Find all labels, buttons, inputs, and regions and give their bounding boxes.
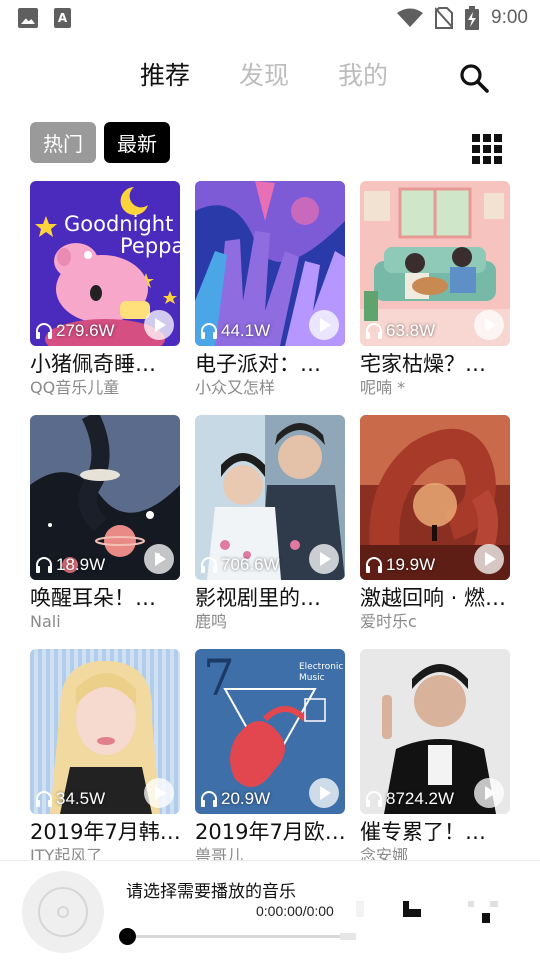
- play-icon[interactable]: [144, 544, 174, 574]
- headphones-icon: [366, 791, 382, 807]
- playlist-title: 影视剧里的…: [195, 586, 321, 610]
- playlist-card[interactable]: 7 Electronic Music 20.9W 2019年7月欧… 兽哥儿: [195, 649, 345, 861]
- playlist-author: JTY起风了: [30, 846, 103, 861]
- playlist-title: 2019年7月欧…: [195, 820, 345, 844]
- text-a-icon: A: [54, 8, 71, 28]
- play-count: 34.5W: [35, 789, 105, 809]
- play-count: 20.9W: [200, 789, 270, 809]
- playlist-author: QQ音乐儿童: [30, 378, 120, 397]
- playlist-title: 电子派对：…: [195, 352, 321, 376]
- chip-newest[interactable]: 最新: [104, 122, 170, 163]
- album-disc-icon[interactable]: [22, 871, 104, 953]
- cover-image: 706.6W: [195, 415, 345, 580]
- cover-image: 44.1W: [195, 181, 345, 346]
- chip-hot[interactable]: 热门: [30, 122, 96, 163]
- headphones-icon: [366, 557, 382, 573]
- status-bar: A 9:00: [0, 0, 540, 38]
- svg-text:Electronic: Electronic: [299, 662, 343, 672]
- playlist-title: 激越回响 · 燃…: [360, 586, 507, 610]
- play-icon[interactable]: [474, 544, 504, 574]
- headphones-icon: [366, 323, 382, 339]
- svg-text:Music: Music: [299, 673, 325, 683]
- tab-recommend[interactable]: 推荐: [140, 56, 190, 92]
- playlist-title: 催专累了！…: [360, 820, 486, 844]
- top-tabs: 推荐 发现 我的: [0, 56, 540, 96]
- headphones-icon: [201, 791, 217, 807]
- playlist-card[interactable]: 18.9W 唤醒耳朵！… Nali: [30, 415, 180, 632]
- play-count: 18.9W: [35, 555, 105, 575]
- cover-image: 34.5W: [30, 649, 180, 814]
- playlist-card[interactable]: 63.8W 宅家枯燥？… 呢喃 *: [360, 181, 510, 398]
- tab-mine[interactable]: 我的: [338, 56, 388, 92]
- play-count: 706.6W: [200, 555, 280, 575]
- playlist-author: 鹿鸣: [195, 612, 228, 631]
- playlist-icon[interactable]: [403, 901, 421, 917]
- playlist-card[interactable]: 706.6W 影视剧里的… 鹿鸣: [195, 415, 345, 632]
- cover-image: Goodnight Peppa 279.6W: [30, 181, 180, 346]
- search-icon[interactable]: [458, 62, 492, 96]
- playlist-author: Nali: [30, 612, 61, 631]
- play-icon[interactable]: [309, 310, 339, 340]
- play-count: 8724.2W: [365, 789, 454, 809]
- cover-image: 18.9W: [30, 415, 180, 580]
- progress-knob[interactable]: [119, 928, 136, 945]
- play-pause-button[interactable]: [356, 901, 364, 917]
- now-playing-title: 请选择需要播放的音乐: [126, 882, 296, 902]
- headphones-icon: [36, 791, 52, 807]
- play-icon[interactable]: [474, 778, 504, 808]
- playlist-author: 念安娜: [360, 846, 409, 861]
- play-count: 279.6W: [35, 321, 115, 341]
- play-count: 63.8W: [365, 321, 435, 341]
- image-icon: [18, 8, 38, 28]
- battery-charging-icon: [465, 6, 480, 30]
- playlist-card[interactable]: 8724.2W 催专累了！… 念安娜: [360, 649, 510, 861]
- playlist-title: 宅家枯燥？…: [360, 352, 486, 376]
- play-icon[interactable]: [144, 778, 174, 808]
- cover-image: 63.8W: [360, 181, 510, 346]
- playlist-author: 小众又怎样: [195, 378, 276, 397]
- playlist-card[interactable]: 34.5W 2019年7月韩… JTY起风了: [30, 649, 180, 861]
- play-count: 19.9W: [365, 555, 435, 575]
- cover-image: 7 Electronic Music 20.9W: [195, 649, 345, 814]
- grid-view-icon[interactable]: [472, 134, 502, 164]
- playlist-author: 爱时乐c: [360, 612, 417, 631]
- playlist-card[interactable]: 19.9W 激越回响 · 燃… 爱时乐c: [360, 415, 510, 632]
- playlist-title: 小猪佩奇睡…: [30, 352, 156, 376]
- tab-discover[interactable]: 发现: [239, 56, 289, 92]
- more-icon[interactable]: [468, 901, 502, 929]
- play-icon[interactable]: [144, 310, 174, 340]
- headphones-icon: [201, 557, 217, 573]
- playback-time: 0:00:00/0:00: [256, 903, 334, 919]
- headphones-icon: [36, 557, 52, 573]
- svg-text:Peppa: Peppa: [120, 234, 180, 258]
- mini-player: 请选择需要播放的音乐 0:00:00/0:00: [0, 860, 540, 960]
- play-icon[interactable]: [309, 544, 339, 574]
- playlist-title: 2019年7月韩…: [30, 820, 180, 844]
- play-icon[interactable]: [309, 778, 339, 808]
- playlist-grid: Goodnight Peppa 279.6W 小猪佩奇睡… QQ音乐儿童 44.…: [30, 181, 511, 861]
- cover-image: 8724.2W: [360, 649, 510, 814]
- playlist-title: 唤醒耳朵！…: [30, 586, 156, 610]
- progress-bar[interactable]: [122, 933, 356, 940]
- svg-text:Goodnight: Goodnight: [64, 212, 173, 236]
- play-icon[interactable]: [474, 310, 504, 340]
- playlist-card[interactable]: 44.1W 电子派对：… 小众又怎样: [195, 181, 345, 398]
- cover-image: 19.9W: [360, 415, 510, 580]
- no-sim-icon: [435, 7, 454, 29]
- headphones-icon: [36, 323, 52, 339]
- playlist-card[interactable]: Goodnight Peppa 279.6W 小猪佩奇睡… QQ音乐儿童: [30, 181, 180, 398]
- playlist-author: 兽哥儿: [195, 846, 244, 861]
- filter-chips: 热门 最新: [30, 122, 170, 163]
- play-count: 44.1W: [200, 321, 270, 341]
- clock: 9:00: [491, 7, 528, 28]
- wifi-icon: [397, 8, 424, 27]
- headphones-icon: [201, 323, 217, 339]
- playlist-author: 呢喃 *: [360, 378, 406, 397]
